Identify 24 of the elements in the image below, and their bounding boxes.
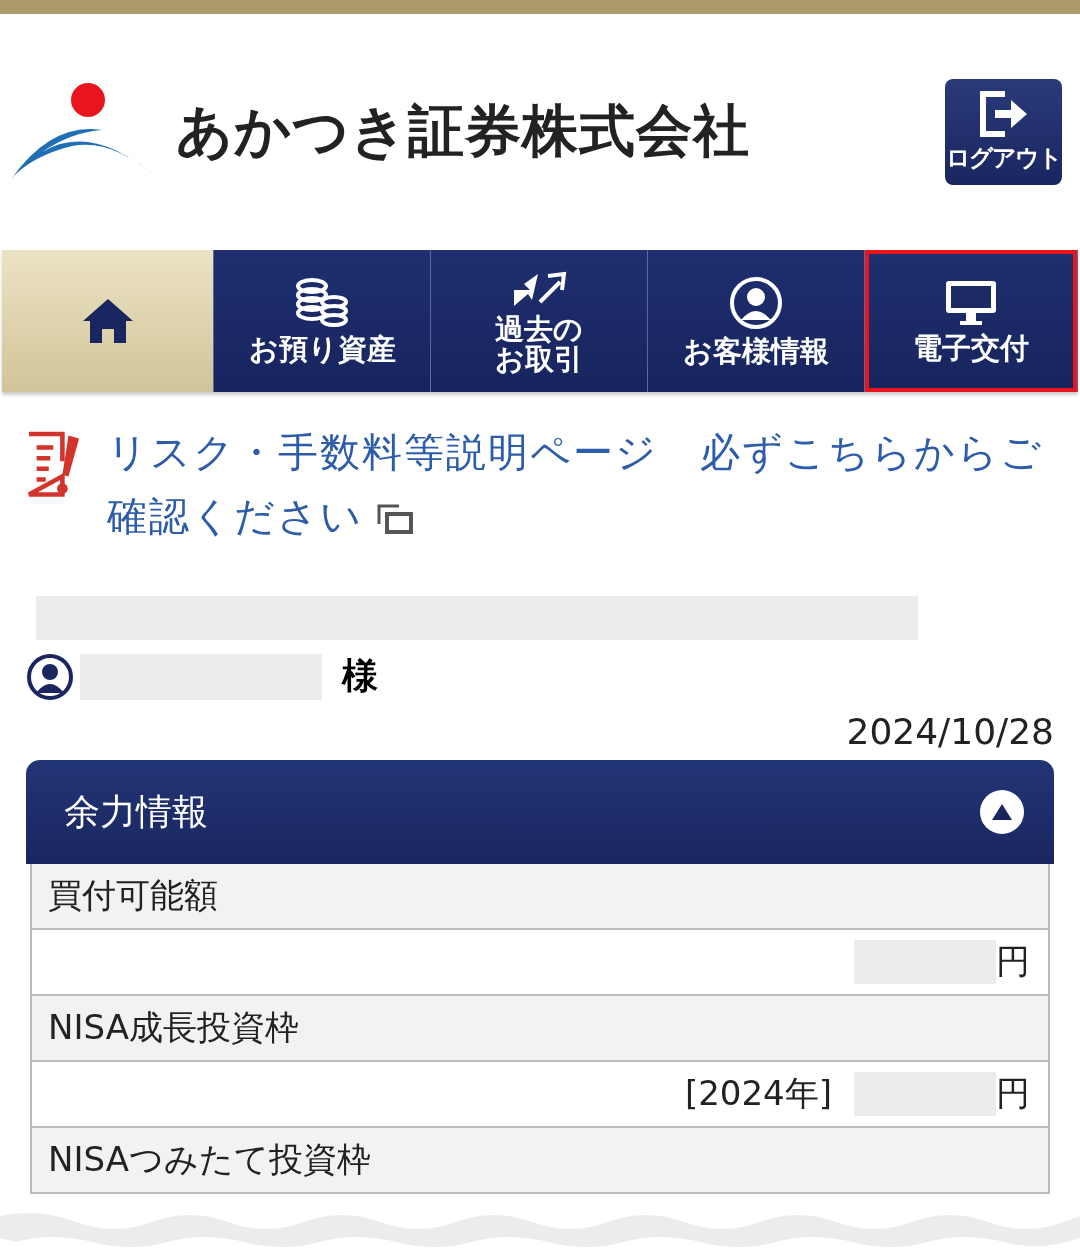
user-icon: [26, 652, 74, 701]
year-label: [2024年]: [684, 1072, 832, 1115]
unit-text: 円: [996, 1072, 1030, 1115]
date-text: 2024/10/28: [845, 710, 1055, 752]
user-icon: [729, 275, 783, 330]
unit-text: 円: [996, 940, 1030, 983]
coins-icon: [294, 277, 350, 328]
nav-tab[interactable]: お客様情報: [648, 250, 865, 392]
nav-tab[interactable]: お預り資産: [214, 250, 431, 392]
panel-title: 余力情報: [64, 789, 208, 834]
triangle-icon: [991, 803, 1013, 821]
row-label: NISA成長投資枠: [48, 1006, 299, 1049]
nav-tab[interactable]: 電子交付: [865, 250, 1078, 392]
nav-tab[interactable]: 過去のお取引: [431, 250, 648, 392]
logout-button[interactable]: ログアウト: [945, 79, 1062, 185]
collapse-button[interactable]: [980, 790, 1024, 834]
logout-icon: [978, 90, 1029, 138]
row-label: NISAつみたて投資枠: [48, 1138, 371, 1181]
row-label: 買付可能額: [48, 874, 218, 917]
risk-link[interactable]: リスク・手数料等説明ページ 必ずこちらからご確認ください: [106, 420, 1050, 548]
nav-tab[interactable]: [2, 250, 214, 392]
honorific-text: 様: [342, 654, 378, 698]
company-name: あかつき証券株式会社: [176, 97, 750, 165]
monitor-icon: [944, 278, 998, 327]
